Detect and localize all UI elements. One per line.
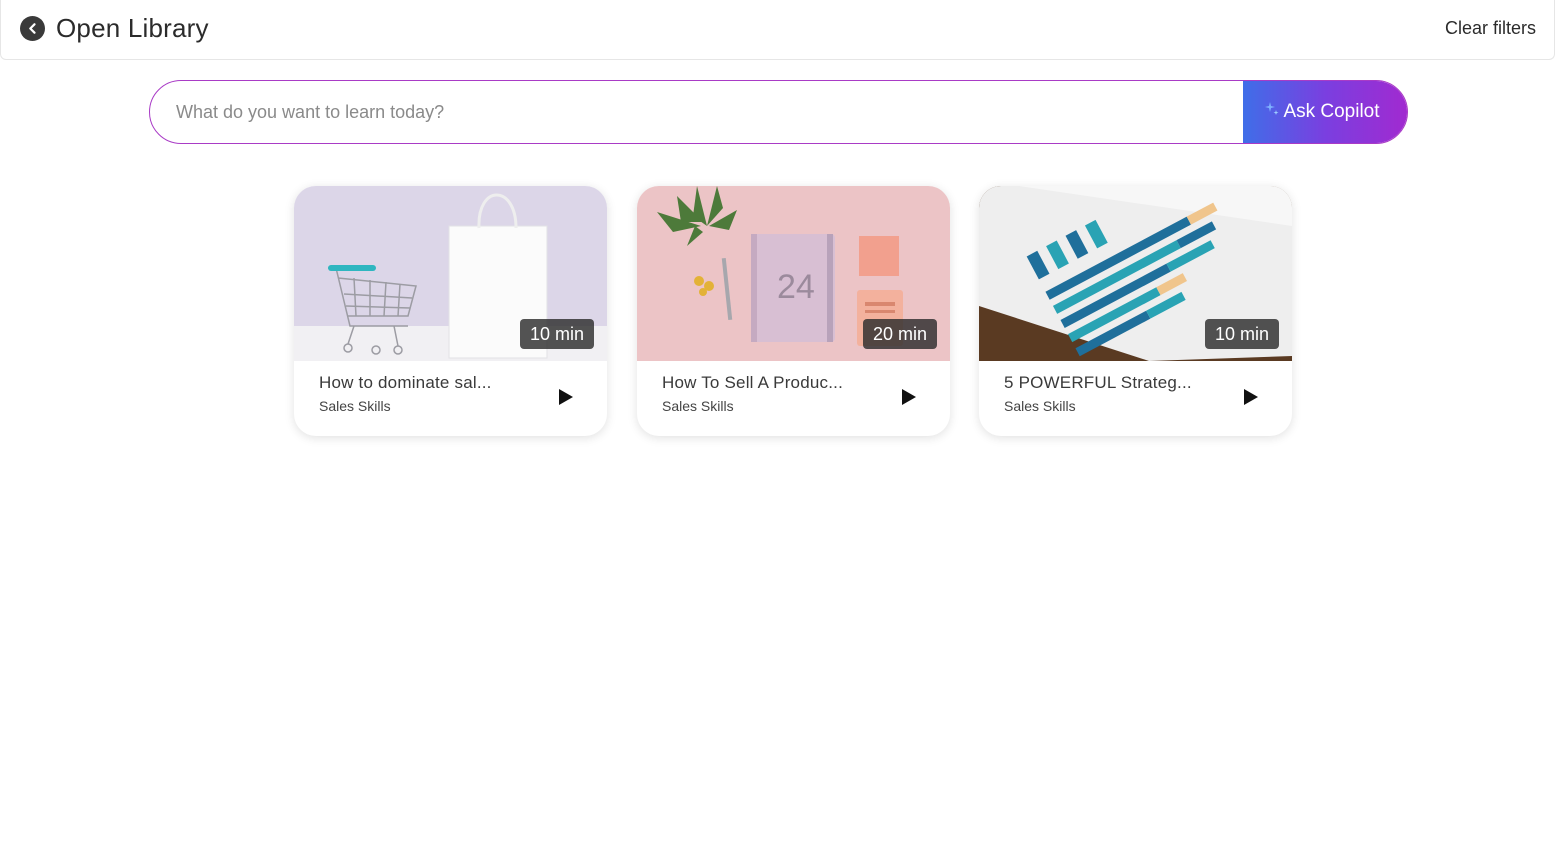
search-input[interactable] — [150, 81, 1243, 143]
course-card[interactable]: 24 20 min How To Sell A Produc... Sales … — [637, 186, 950, 436]
play-icon — [902, 389, 916, 405]
course-thumbnail: 24 20 min — [637, 186, 950, 361]
course-card[interactable]: 10 min How to dominate sal... Sales Skil… — [294, 186, 607, 436]
ask-copilot-label: Ask Copilot — [1283, 101, 1380, 122]
play-button[interactable] — [555, 386, 577, 408]
clear-filters-button[interactable]: Clear filters — [1445, 17, 1536, 39]
chevron-left-icon — [29, 23, 36, 34]
course-title: How to dominate sal... — [319, 373, 492, 392]
page-title: Open Library — [56, 13, 209, 43]
course-category: Sales Skills — [662, 398, 734, 414]
play-icon — [559, 389, 573, 405]
course-title: How To Sell A Produc... — [662, 373, 843, 392]
sparkle-icon — [1265, 102, 1279, 115]
top-bar: Open Library Clear filters — [0, 0, 1555, 60]
svg-text:24: 24 — [777, 268, 815, 306]
course-card[interactable]: 10 min 5 POWERFUL Strateg... Sales Skill… — [979, 186, 1292, 436]
course-thumbnail: 10 min — [294, 186, 607, 361]
course-category: Sales Skills — [319, 398, 391, 414]
course-thumbnail: 10 min — [979, 186, 1292, 361]
duration-badge: 10 min — [1204, 319, 1279, 349]
play-button[interactable] — [898, 386, 920, 408]
back-button[interactable] — [20, 16, 45, 41]
ask-copilot-button[interactable]: Ask Copilot — [1243, 81, 1407, 143]
duration-badge: 10 min — [519, 319, 594, 349]
course-category: Sales Skills — [1004, 398, 1076, 414]
course-title: 5 POWERFUL Strateg... — [1004, 373, 1192, 392]
play-button[interactable] — [1240, 386, 1262, 408]
duration-badge: 20 min — [862, 319, 937, 349]
play-icon — [1244, 389, 1258, 405]
search-bar: Ask Copilot — [149, 80, 1408, 144]
